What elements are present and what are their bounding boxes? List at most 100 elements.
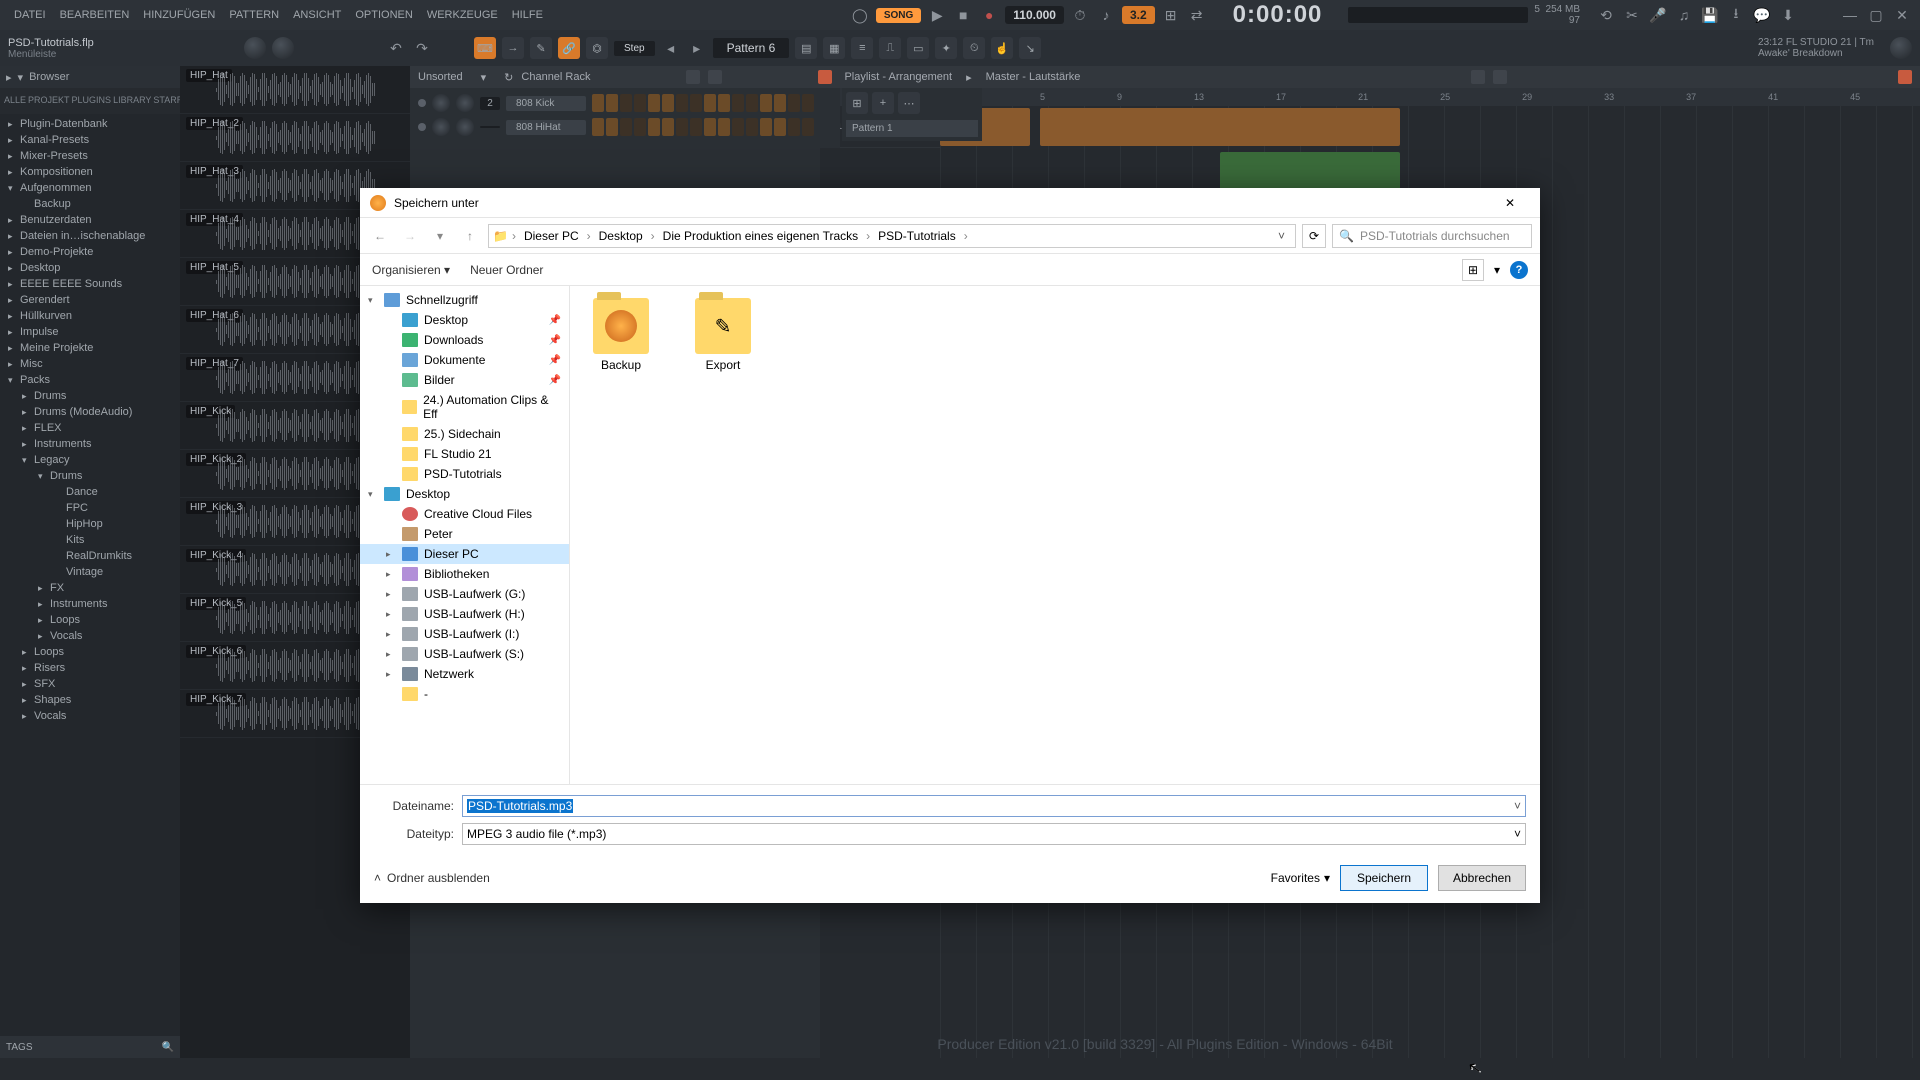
tree-item[interactable]: ▸Demo-Projekte	[0, 244, 180, 260]
snap-select[interactable]: Step	[614, 41, 655, 56]
view-dropdown-icon[interactable]: ▾	[1494, 263, 1500, 277]
browser-collapse-icon[interactable]: ▸	[6, 71, 12, 84]
new-folder-button[interactable]: Neuer Ordner	[470, 263, 543, 277]
download-icon[interactable]: ⬇	[1778, 5, 1798, 25]
chat-icon[interactable]: 💬	[1752, 5, 1772, 25]
tree-item[interactable]: ▸Loops	[0, 644, 180, 660]
tree-item[interactable]: ▸SFX	[0, 676, 180, 692]
playlist-ruler[interactable]: 591317212529333741454953	[820, 88, 1920, 106]
crumb-dropdown-icon[interactable]: ˅	[1272, 229, 1291, 243]
playlist-min-icon[interactable]	[1471, 70, 1485, 84]
cr-min-icon[interactable]	[708, 70, 722, 84]
nav-tree-item[interactable]: ▸Dieser PC	[360, 544, 569, 564]
browser-tab[interactable]: PLUGINS	[72, 92, 112, 110]
mixer-button[interactable]: ⎍	[879, 37, 901, 59]
filetype-dropdown-icon[interactable]: ˅	[1514, 827, 1521, 841]
nav-tree-item[interactable]: ▾Schnellzugriff	[360, 290, 569, 310]
sample-row[interactable]: HIP_Hat_2	[180, 114, 410, 162]
tree-item[interactable]: ▸Drums	[0, 388, 180, 404]
snap-next-icon[interactable]: ▸	[687, 38, 707, 58]
tree-item[interactable]: ▸Risers	[0, 660, 180, 676]
minimize-icon[interactable]: —	[1840, 5, 1860, 25]
timesig-display[interactable]: 3.2	[1122, 6, 1155, 24]
tree-item[interactable]: ▸Vocals	[0, 628, 180, 644]
nav-tree-item[interactable]: ▾Desktop	[360, 484, 569, 504]
tree-item[interactable]: ▸Meine Projekte	[0, 340, 180, 356]
pitch-knob[interactable]	[272, 37, 294, 59]
tree-item[interactable]: FPC	[0, 500, 180, 516]
playlist-clip[interactable]	[1040, 108, 1400, 146]
tree-item[interactable]: ▸Instruments	[0, 436, 180, 452]
volume-knob[interactable]	[244, 37, 266, 59]
note-icon[interactable]: ♫	[1674, 5, 1694, 25]
tree-item[interactable]: RealDrumkits	[0, 548, 180, 564]
record-button[interactable]: ●	[979, 5, 999, 25]
pattern-add-icon[interactable]: +	[872, 92, 894, 114]
tree-item[interactable]: ▸FX	[0, 580, 180, 596]
nav-tree-item[interactable]: 24.) Automation Clips & Eff	[360, 390, 569, 424]
browser-tab[interactable]: LIBRARY	[113, 92, 151, 110]
tree-item[interactable]: ▸Misc	[0, 356, 180, 372]
menu-pattern[interactable]: PATTERN	[223, 6, 285, 24]
save-icon[interactable]: 💾	[1700, 5, 1720, 25]
hide-folders-button[interactable]: ˄ Ordner ausblenden	[374, 871, 490, 885]
tree-item[interactable]: ▸Kanal-Presets	[0, 132, 180, 148]
nav-up-button[interactable]: ↑	[458, 224, 482, 248]
nav-fwd-button[interactable]: →	[398, 224, 422, 248]
tree-item[interactable]: ▾Drums	[0, 468, 180, 484]
nav-tree-item[interactable]: ▸USB-Laufwerk (I:)	[360, 624, 569, 644]
pattern-list-item[interactable]: Pattern 1	[846, 120, 978, 137]
search-input[interactable]: 🔍 PSD-Tutotrials durchsuchen	[1332, 224, 1532, 248]
cr-group-select[interactable]: Unsorted	[418, 71, 463, 83]
tree-item[interactable]: ▸Vocals	[0, 708, 180, 724]
midi-button[interactable]: →	[502, 37, 524, 59]
tree-item[interactable]: ▸Instruments	[0, 596, 180, 612]
playlist-button[interactable]: ▤	[795, 37, 817, 59]
tempo-button[interactable]: ⏲	[963, 37, 985, 59]
folder-item[interactable]: Backup	[582, 298, 660, 372]
folder-item[interactable]: ✎Export	[684, 298, 762, 372]
tree-item[interactable]: ▾Aufgenommen	[0, 180, 180, 196]
organize-button[interactable]: Organisieren ▾	[372, 263, 450, 277]
pattern-opts-icon[interactable]: ⋯	[898, 92, 920, 114]
tree-item[interactable]: ▾Legacy	[0, 452, 180, 468]
tree-item[interactable]: ▸Dateien in…ischenablage	[0, 228, 180, 244]
nav-tree-item[interactable]: FL Studio 21	[360, 444, 569, 464]
filename-dropdown-icon[interactable]: ˅	[1514, 799, 1521, 813]
tree-item[interactable]: ▾Packs	[0, 372, 180, 388]
tree-item[interactable]: ▸Mixer-Presets	[0, 148, 180, 164]
nav-tree-item[interactable]: PSD-Tutotrials	[360, 464, 569, 484]
link-icon[interactable]: 🔗	[558, 37, 580, 59]
close-panels-button[interactable]: ↘	[1019, 37, 1041, 59]
menu-werkzeuge[interactable]: WERKZEUGE	[421, 6, 504, 24]
tree-item[interactable]: ▸Kompositionen	[0, 164, 180, 180]
pattern-select[interactable]: Pattern 6	[713, 38, 790, 58]
nav-tree-item[interactable]: Peter	[360, 524, 569, 544]
help-button[interactable]: ?	[1510, 261, 1528, 279]
count-icon[interactable]: ♪	[1096, 5, 1116, 25]
tree-item[interactable]: Backup	[0, 196, 180, 212]
nav-tree-item[interactable]: Dokumente📌	[360, 350, 569, 370]
crumb-seg[interactable]: Die Produktion eines eigenen Tracks	[659, 229, 862, 243]
tree-item[interactable]: ▸Loops	[0, 612, 180, 628]
visualizer-knob[interactable]	[1890, 37, 1912, 59]
tree-item[interactable]: ▸Gerendert	[0, 292, 180, 308]
tree-item[interactable]: ▸Benutzerdaten	[0, 212, 180, 228]
search-icon[interactable]: 🔍	[162, 1042, 174, 1053]
menu-datei[interactable]: DATEI	[8, 6, 52, 24]
export-icon[interactable]: ⭳	[1726, 5, 1746, 25]
cancel-button[interactable]: Abbrechen	[1438, 865, 1526, 891]
favorites-button[interactable]: Favorites▾	[1271, 871, 1330, 885]
tree-item[interactable]: Vintage	[0, 564, 180, 580]
nav-tree-item[interactable]: ▸USB-Laufwerk (G:)	[360, 584, 569, 604]
tree-item[interactable]: ▸Hüllkurven	[0, 308, 180, 324]
playlist-close-icon[interactable]	[1898, 70, 1912, 84]
crumb-seg[interactable]: Dieser PC	[520, 229, 583, 243]
browser-menu-icon[interactable]: ▾	[18, 71, 24, 84]
tree-item[interactable]: ▸Drums (ModeAudio)	[0, 404, 180, 420]
nav-tree-item[interactable]: Desktop📌	[360, 310, 569, 330]
nav-tree-item[interactable]: ▸Netzwerk	[360, 664, 569, 684]
song-position-slider[interactable]	[1348, 7, 1528, 23]
breadcrumb[interactable]: 📁 › Dieser PC › Desktop › Die Produktion…	[488, 224, 1296, 248]
track-header[interactable]	[820, 148, 940, 190]
